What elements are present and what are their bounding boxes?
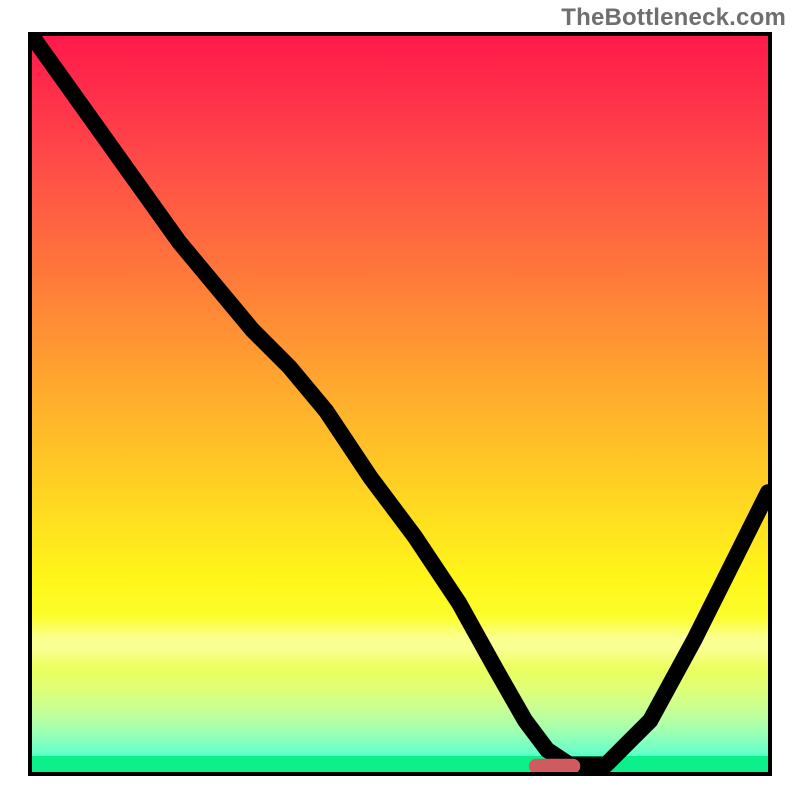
plot-border — [28, 32, 772, 776]
curve-overlay — [32, 36, 768, 772]
watermark-text: TheBottleneck.com — [561, 4, 786, 32]
bottleneck-curve-path — [32, 36, 768, 765]
optimal-zone-marker — [529, 759, 581, 772]
plot-area — [32, 36, 768, 772]
chart-container: TheBottleneck.com — [0, 0, 800, 800]
